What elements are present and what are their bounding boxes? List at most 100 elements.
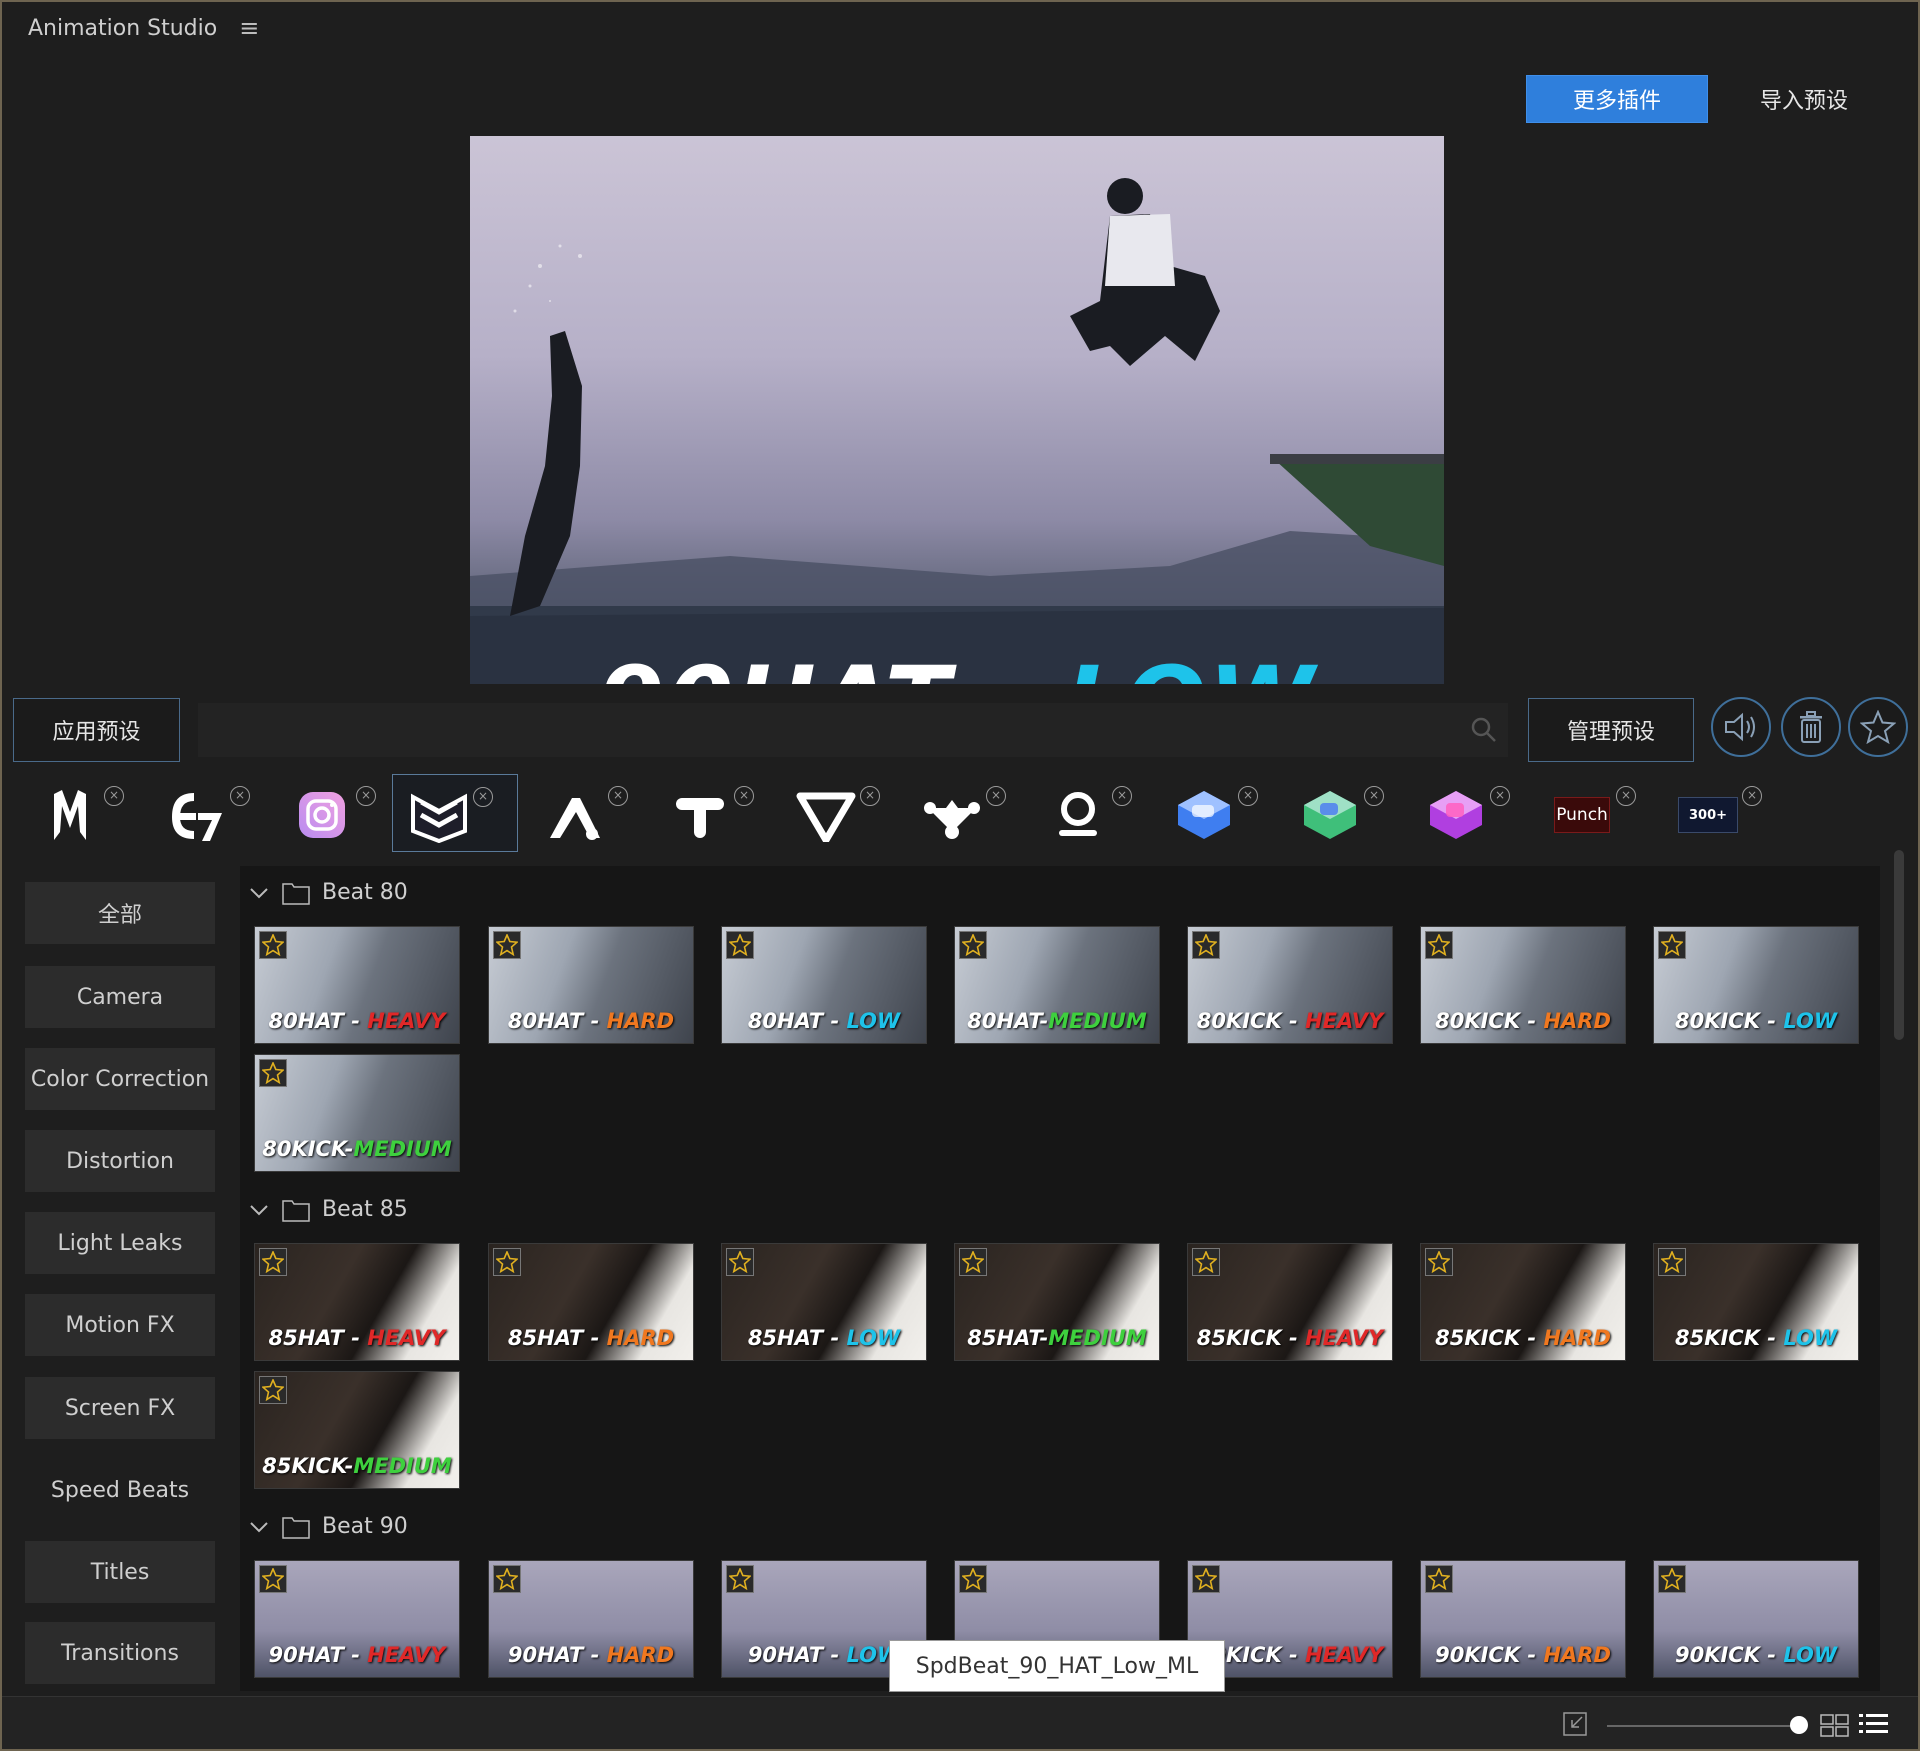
manage-presets-button[interactable]: 管理预设 [1528,698,1694,762]
close-icon[interactable]: × [986,786,1006,806]
favorite-star-icon[interactable] [1425,931,1453,959]
preset-thumbnail[interactable]: 80HAT - LOW [721,926,927,1044]
category-transitions[interactable]: Transitions [25,1622,215,1684]
group-header-beat-90[interactable]: Beat 90 [248,1514,408,1539]
favorite-star-icon[interactable] [726,1248,754,1276]
plugin-tab-a[interactable]: × [528,774,654,852]
preset-thumbnail[interactable]: 90KICK - LOW [1653,1560,1859,1678]
group-header-beat-85[interactable]: Beat 85 [248,1197,408,1222]
favorite-star-icon[interactable] [493,931,521,959]
close-icon[interactable]: × [608,786,628,806]
category-motion-fx[interactable]: Motion FX [25,1294,215,1356]
favorite-star-icon[interactable] [259,1059,287,1087]
apply-preset-button[interactable]: 应用预设 [13,698,180,762]
favorite-star-icon[interactable] [1425,1248,1453,1276]
preset-thumbnail[interactable]: 80KICK - HEAVY [1187,926,1393,1044]
category-distortion[interactable]: Distortion [25,1130,215,1192]
category-all[interactable]: 全部 [25,882,215,944]
preset-thumbnail[interactable]: 90HAT - HARD [488,1560,694,1678]
chevron-down-icon[interactable] [248,1199,270,1221]
preset-thumbnail[interactable]: 80HAT-MEDIUM [954,926,1160,1044]
favorite-star-icon[interactable] [259,1565,287,1593]
search-input[interactable] [198,703,1508,757]
favorite-star-icon[interactable] [259,1376,287,1404]
preset-thumbnail[interactable]: 85HAT - HARD [488,1243,694,1361]
plugin-tab-o[interactable]: × [1032,774,1158,852]
plugin-tab-m[interactable]: × [24,774,150,852]
close-icon[interactable]: × [473,787,493,807]
favorite-star-icon[interactable] [959,931,987,959]
close-icon[interactable]: × [1616,786,1636,806]
search-icon[interactable] [1470,716,1498,744]
plugin-tab-v[interactable]: × [780,774,906,852]
plugin-tab-dots[interactable]: × [906,774,1032,852]
close-icon[interactable]: × [734,786,754,806]
zoom-slider-track[interactable] [1607,1725,1807,1727]
category-color-correction[interactable]: Color Correction [25,1048,215,1110]
category-screen-fx[interactable]: Screen FX [25,1377,215,1439]
preset-thumbnail[interactable]: 80HAT - HEAVY [254,926,460,1044]
favorite-star-icon[interactable] [959,1565,987,1593]
close-icon[interactable]: × [1742,786,1762,806]
close-icon[interactable]: × [356,786,376,806]
favorite-star-icon[interactable] [1192,1565,1220,1593]
preset-thumbnail[interactable]: 85KICK - LOW [1653,1243,1859,1361]
preset-thumbnail[interactable]: 85HAT-MEDIUM [954,1243,1160,1361]
favorite-star-icon[interactable] [1658,1565,1686,1593]
plugin-tab-camera[interactable]: × [276,774,402,852]
plugin-tab-t[interactable]: × [654,774,780,852]
close-icon[interactable]: × [1364,786,1384,806]
favorite-star-icon[interactable] [1192,1248,1220,1276]
close-icon[interactable]: × [860,786,880,806]
preset-thumbnail[interactable]: 85KICK - HEAVY [1187,1243,1393,1361]
category-speed-beats[interactable]: Speed Beats [25,1459,215,1521]
preset-thumbnail[interactable]: 85HAT - HEAVY [254,1243,460,1361]
preset-thumbnail[interactable]: 85HAT - LOW [721,1243,927,1361]
delete-button[interactable] [1781,697,1841,757]
close-icon[interactable]: × [1490,786,1510,806]
favorite-star-icon[interactable] [1425,1565,1453,1593]
favorite-star-icon[interactable] [493,1565,521,1593]
category-light-leaks[interactable]: Light Leaks [25,1212,215,1274]
zoom-slider-handle[interactable] [1790,1716,1808,1734]
preset-thumbnail[interactable]: 80HAT - HARD [488,926,694,1044]
chevron-down-icon[interactable] [248,1516,270,1538]
plugin-tab-purple-cube[interactable]: × [1410,774,1536,852]
favorite-star-icon[interactable] [493,1248,521,1276]
close-icon[interactable]: × [230,786,250,806]
preset-thumbnail[interactable]: 85KICK - HARD [1420,1243,1626,1361]
plugin-tab-punch[interactable]: Punch × [1536,774,1662,852]
preset-thumbnail[interactable]: 80KICK - LOW [1653,926,1859,1044]
favorite-star-icon[interactable] [259,931,287,959]
preset-thumbnail[interactable]: 90HAT - HEAVY [254,1560,460,1678]
group-header-beat-80[interactable]: Beat 80 [248,880,408,905]
chevron-down-icon[interactable] [248,882,270,904]
preset-thumbnail[interactable]: 85KICK-MEDIUM [254,1371,460,1489]
close-icon[interactable]: × [1112,786,1132,806]
import-presets-button[interactable]: 导入预设 [1734,75,1874,123]
list-view-icon[interactable] [1858,1711,1890,1737]
more-plugins-button[interactable]: 更多插件 [1526,75,1708,123]
preset-thumbnail[interactable]: 90KICK - HARD [1420,1560,1626,1678]
favorite-button[interactable] [1848,697,1908,757]
preset-thumbnail[interactable]: 80KICK - HARD [1420,926,1626,1044]
collapse-icon[interactable] [1562,1711,1588,1737]
plugin-tab-e[interactable]: × [150,774,276,852]
grid-view-icon[interactable] [1820,1713,1850,1737]
vertical-scrollbar[interactable] [1894,850,1904,1040]
favorite-star-icon[interactable] [726,1565,754,1593]
plugin-tab-blue-cube[interactable]: × [1158,774,1284,852]
favorite-star-icon[interactable] [1658,931,1686,959]
favorite-star-icon[interactable] [1658,1248,1686,1276]
favorite-star-icon[interactable] [259,1248,287,1276]
close-icon[interactable]: × [104,786,124,806]
speaker-button[interactable] [1711,697,1771,757]
plugin-tab-300[interactable]: 300+ × [1662,774,1788,852]
close-icon[interactable]: × [1238,786,1258,806]
preset-thumbnail[interactable]: 80KICK-MEDIUM [254,1054,460,1172]
favorite-star-icon[interactable] [959,1248,987,1276]
favorite-star-icon[interactable] [726,931,754,959]
favorite-star-icon[interactable] [1192,931,1220,959]
category-titles[interactable]: Titles [25,1541,215,1603]
plugin-tab-chevron-active[interactable]: × [392,774,518,852]
